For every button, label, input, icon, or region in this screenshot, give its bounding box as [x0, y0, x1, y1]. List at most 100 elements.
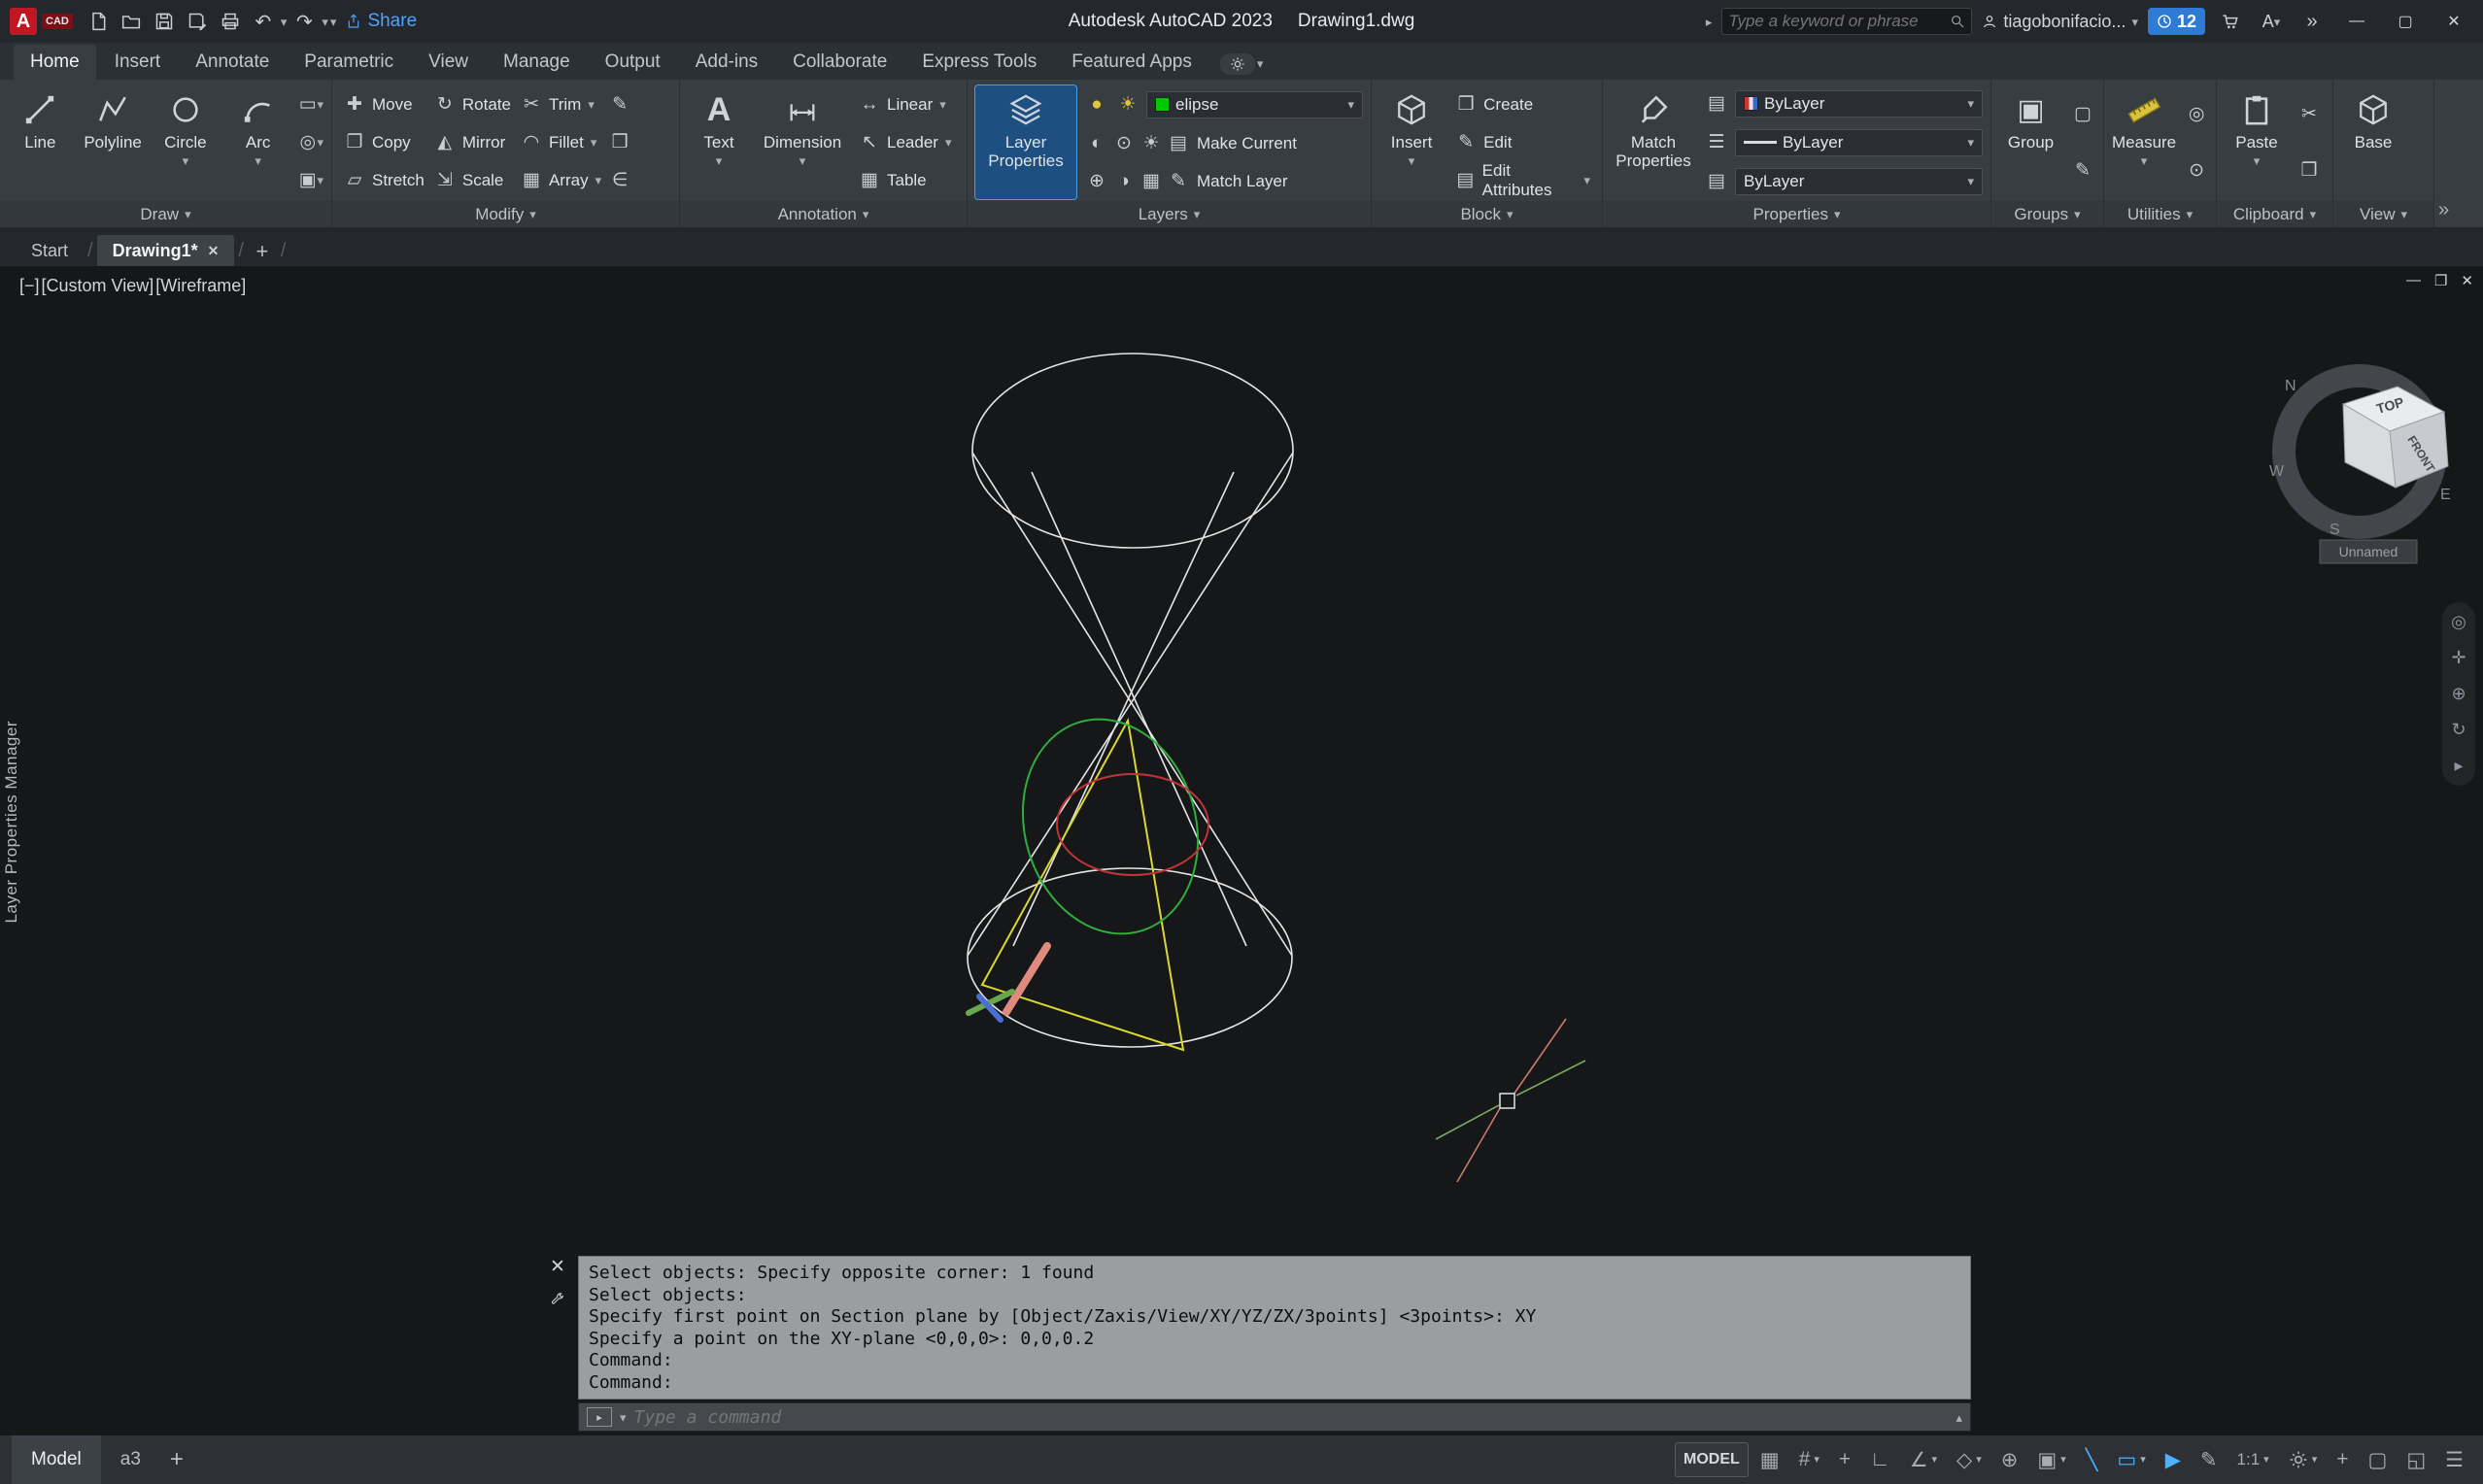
join-button[interactable]: ∈ [607, 168, 632, 193]
panel-label-clipboard[interactable]: Clipboard▾ [2217, 201, 2332, 227]
id-point-button[interactable]: ⊙ [2184, 158, 2209, 184]
command-close-icon[interactable]: ✕ [550, 1256, 565, 1278]
match-properties-button[interactable]: MatchProperties [1611, 85, 1696, 199]
save-button[interactable] [149, 7, 180, 36]
selection-cycling-toggle[interactable]: ▶ [2158, 1442, 2189, 1477]
panel-label-properties[interactable]: Properties▾ [1603, 201, 1990, 227]
new-file-button[interactable] [83, 7, 114, 36]
layer-state-icon-3[interactable]: ☀ [1139, 131, 1164, 156]
insert-block-button[interactable]: Insert▾ [1379, 85, 1444, 199]
model-paper-toggle[interactable]: MODEL [1675, 1442, 1749, 1477]
command-customize-wrench-icon[interactable] [550, 1292, 565, 1307]
edit-block-button[interactable]: ✎Edit [1451, 126, 1594, 159]
undo-button[interactable]: ↶ [248, 7, 279, 36]
object-isolate-button[interactable]: + [2329, 1442, 2356, 1477]
array-button[interactable]: ▦Array▾ [517, 164, 605, 197]
text-button[interactable]: AText▾ [688, 85, 750, 199]
close-drawing-icon[interactable]: ✕ [208, 243, 220, 259]
base-view-button[interactable]: Base [2341, 85, 2405, 199]
trim-button[interactable]: ✂Trim▾ [517, 88, 605, 121]
object-color-dropdown[interactable]: ByLayer▾ [1735, 90, 1983, 118]
compass-s[interactable]: S [2330, 522, 2340, 538]
rectangle-tool-button[interactable]: ▭▾ [298, 92, 323, 118]
hatch-tool-button[interactable]: ▣▾ [298, 168, 323, 193]
qat-customize-caret[interactable]: ▾ [330, 16, 337, 28]
paste-button[interactable]: Paste▾ [2225, 85, 2289, 199]
leader-button[interactable]: ↖Leader▾ [855, 126, 955, 159]
tab-addins[interactable]: Add-ins [679, 45, 774, 80]
cart-button[interactable] [2215, 7, 2246, 36]
line-button[interactable]: Line [8, 85, 73, 199]
maximize-button[interactable]: ▢ [2386, 6, 2425, 37]
tab-annotate[interactable]: Annotate [179, 45, 286, 80]
app-a-button[interactable]: A▾ [2256, 7, 2287, 36]
nav-zoom-icon[interactable]: ⊕ [2451, 684, 2466, 704]
vp-minimize-icon[interactable]: — [2406, 272, 2421, 289]
visual-style-control[interactable]: [Wireframe] [155, 276, 246, 296]
edit-attributes-button[interactable]: ▤Edit Attributes▾ [1451, 164, 1594, 197]
file-tab-drawing1[interactable]: Drawing1*✕ [97, 235, 235, 266]
linetype-dropdown[interactable]: ByLayer▾ [1735, 168, 1983, 195]
layer-tool-icon-2[interactable]: ◑ [1111, 169, 1137, 194]
undo-dropdown-caret[interactable]: ▾ [281, 16, 288, 28]
annotation-visibility-toggle[interactable]: ✎ [2193, 1442, 2226, 1477]
move-button[interactable]: ✚Move [340, 88, 428, 121]
annotation-scale-button[interactable]: 1:1▾ [2229, 1442, 2277, 1477]
ucs-icon[interactable] [969, 946, 1047, 1020]
tab-view[interactable]: View [412, 45, 485, 80]
polar-tracking-toggle[interactable]: ∠▾ [1902, 1442, 1945, 1477]
cone-top-ellipse[interactable] [972, 354, 1293, 548]
model-viewport[interactable]: N W S E TOP FRONT Unnamed [−] [Custom Vi… [0, 266, 2483, 1435]
nav-pan-icon[interactable]: ✛ [2451, 648, 2466, 668]
stretch-button[interactable]: ▱Stretch [340, 164, 428, 197]
panel-label-block[interactable]: Block▾ [1372, 201, 1602, 227]
ribbon-display-toggle[interactable] [1220, 53, 1255, 75]
share-button[interactable]: Share [346, 11, 417, 32]
osnap-toggle[interactable]: ▣▾ [2029, 1442, 2073, 1477]
save-as-button[interactable] [182, 7, 213, 36]
circle-button[interactable]: Circle▾ [153, 85, 219, 199]
cut-button[interactable]: ✂ [2296, 101, 2322, 126]
panel-label-layers[interactable]: Layers▾ [968, 201, 1371, 227]
tab-collaborate[interactable]: Collaborate [776, 45, 903, 80]
clean-screen-button[interactable]: ◱ [2398, 1442, 2433, 1477]
command-history[interactable]: Select objects: Specify opposite corner:… [578, 1256, 1971, 1400]
search-input[interactable] [1728, 12, 1950, 31]
nav-more-icon[interactable]: ▸ [2454, 756, 2463, 776]
osnap-tracking-toggle[interactable]: ⊕ [1993, 1442, 2026, 1477]
layer-state-icon-4[interactable]: ▤ [1166, 131, 1191, 156]
group-edit-button[interactable]: ✎ [2070, 158, 2095, 184]
tab-output[interactable]: Output [589, 45, 677, 80]
tab-express-tools[interactable]: Express Tools [905, 45, 1053, 80]
group-button[interactable]: ▣Group [1999, 85, 2062, 199]
command-prompt-icon[interactable]: ▸ [587, 1407, 612, 1427]
layer-select-dropdown[interactable]: elipse▾ [1146, 91, 1363, 118]
section-ellipse-red[interactable] [1057, 774, 1208, 875]
compass-w[interactable]: W [2269, 463, 2285, 480]
match-layer-button[interactable]: Match Layer [1193, 169, 1292, 194]
layer-tool-icon-1[interactable]: ⊕ [1084, 169, 1109, 194]
dimension-button[interactable]: Dimension▾ [758, 85, 847, 199]
arc-button[interactable]: Arc▾ [225, 85, 290, 199]
quick-select-button[interactable]: ◎ [2184, 101, 2209, 126]
ungroup-button[interactable]: ▢ [2070, 101, 2095, 126]
command-recent-caret[interactable]: ▾ [620, 1411, 627, 1424]
ribbon-display-caret[interactable]: ▾ [1257, 57, 1264, 70]
nav-orbit-icon[interactable]: ↻ [2451, 720, 2466, 740]
viewport-name-dropdown[interactable]: Unnamed [2320, 540, 2417, 563]
compass-n[interactable]: N [2285, 378, 2296, 394]
isolate-objects-button[interactable]: ▢ [2360, 1442, 2395, 1477]
copy-clip-button[interactable]: ❐ [2296, 158, 2322, 184]
tab-manage[interactable]: Manage [487, 45, 587, 80]
isodraft-toggle[interactable]: ◇▾ [1949, 1442, 1990, 1477]
measure-button[interactable]: Measure▾ [2112, 85, 2176, 199]
plot-button[interactable] [215, 7, 246, 36]
layout-tab-a3[interactable]: a3 [101, 1435, 160, 1484]
layer-off-button[interactable]: ● [1084, 92, 1109, 118]
panel-label-view[interactable]: View▾ [2333, 201, 2433, 227]
panel-label-modify[interactable]: Modify▾ [332, 201, 679, 227]
layer-thaw-button[interactable]: ☀ [1115, 92, 1140, 118]
layer-tool-icon-3[interactable]: ▦ [1139, 169, 1164, 194]
panel-label-annotation[interactable]: Annotation▾ [680, 201, 967, 227]
tab-featured-apps[interactable]: Featured Apps [1055, 45, 1208, 80]
